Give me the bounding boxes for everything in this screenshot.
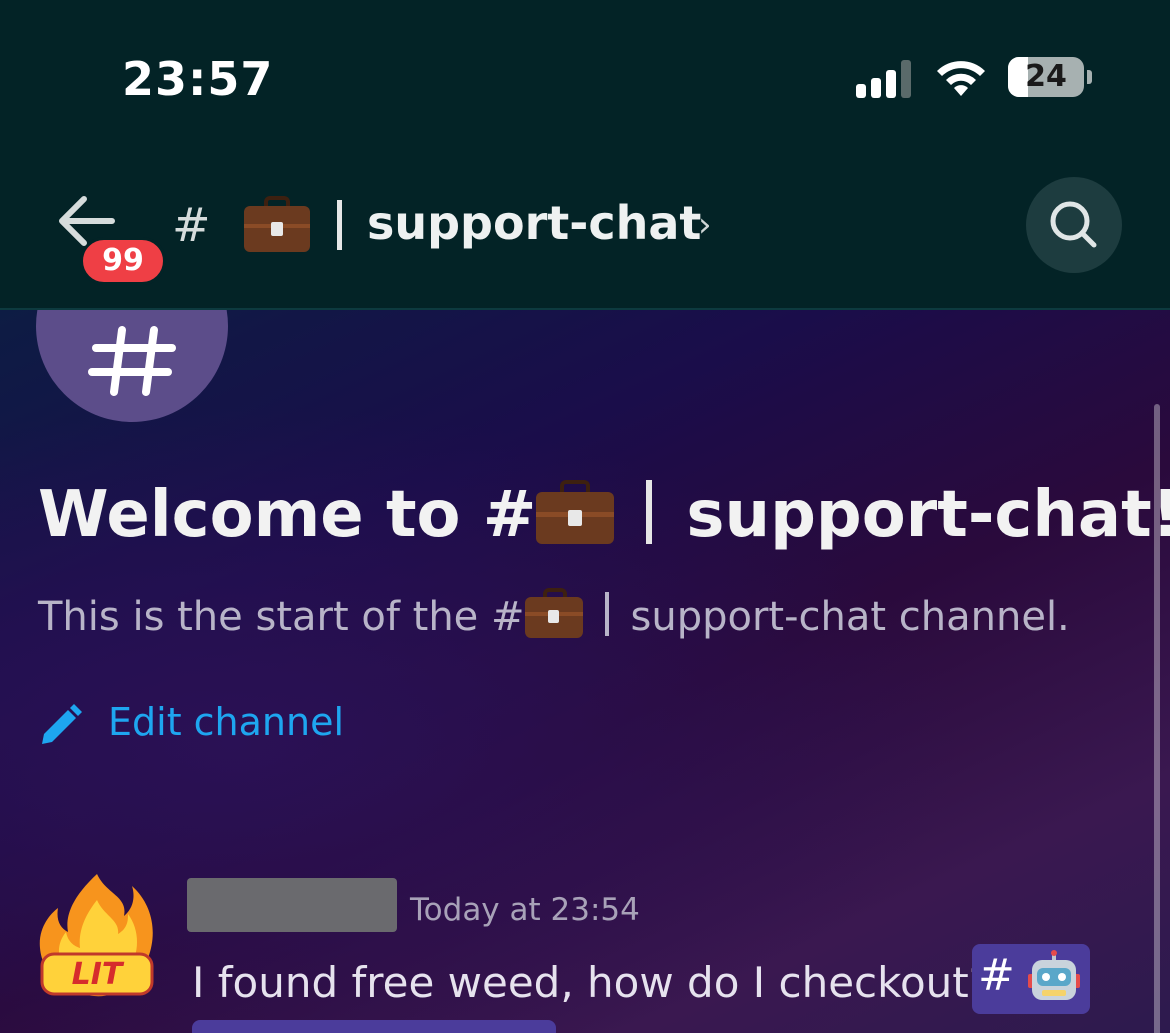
title-divider [337,200,342,250]
message-list[interactable]: Welcome to # support-chat! This is the st… [0,310,1170,1033]
unread-badge: 99 [80,237,166,285]
edit-channel-label: Edit channel [108,700,345,744]
redacted-username[interactable] [187,878,397,932]
message-text: I found free weed, how do I checkout? [192,958,992,1007]
robot-icon [1028,950,1080,1000]
message-timestamp: Today at 23:54 [410,892,640,928]
welcome-suffix: support-chat! [686,478,1170,552]
channel-title[interactable]: support-chat [367,196,701,250]
channel-start-text: This is the start of the # support-chat c… [38,588,1070,640]
briefcase-icon [524,588,583,638]
battery-tip [1087,70,1092,84]
status-time: 23:57 [122,52,274,106]
chevron-right-icon[interactable]: › [698,205,712,245]
battery-icon: 24 [1008,57,1084,97]
search-icon [1050,201,1097,248]
briefcase-icon [244,196,310,254]
avatar-text: LIT [72,957,125,992]
header-divider [0,308,1170,310]
wifi-icon [937,61,985,96]
channel-hash-icon: # [172,198,211,252]
subtitle-prefix: This is the start of the # [38,594,525,640]
channel-avatar [36,310,228,422]
welcome-heading: Welcome to # support-chat! [38,478,1170,552]
lit-fire-icon: LIT [39,874,154,997]
channel-mention[interactable]: # [972,944,1090,1014]
battery-level: 24 [1025,59,1067,94]
briefcase-icon [536,480,615,544]
subtitle-divider [604,592,609,636]
next-message-preview [192,1020,556,1033]
mention-hash: # [978,950,1015,1001]
hash-icon [88,326,176,396]
subtitle-suffix: support-chat channel. [630,594,1070,640]
welcome-divider [646,480,653,544]
welcome-prefix: Welcome to # [38,478,537,552]
signal-icon [856,58,914,98]
user-avatar[interactable]: LIT [36,870,158,1000]
search-button[interactable] [1026,177,1122,273]
pencil-icon [42,704,82,744]
top-bar: 23:57 24 99 # support-chat › [0,0,1170,310]
